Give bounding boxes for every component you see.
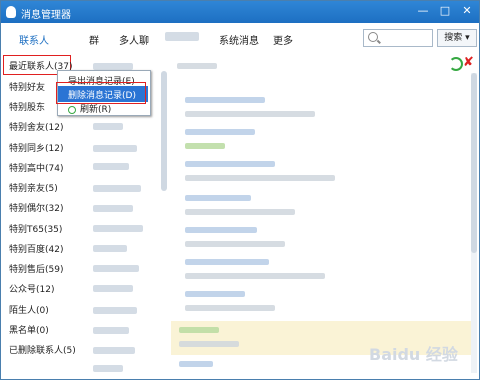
message-line — [185, 129, 255, 135]
highlight-box — [56, 82, 146, 104]
menu-item-label: 刷新(R) — [80, 105, 112, 115]
sidebar-item[interactable]: 特别售后(59) — [9, 262, 63, 275]
message-line — [185, 195, 251, 201]
message-line — [185, 241, 285, 247]
list-item[interactable] — [93, 307, 137, 314]
tab-contacts[interactable]: 联系人 — [19, 32, 49, 47]
sidebar-item[interactable]: 公众号(12) — [9, 282, 54, 295]
message-line — [185, 161, 275, 167]
sidebar-item[interactable]: 特别百度(42) — [9, 242, 63, 255]
refresh-icon — [68, 105, 76, 114]
message-manager-window: 消息管理器 — □ ✕ 联系人 群 多人聊 系统消息 更多 搜索 ▾ 最近联系人… — [0, 0, 480, 380]
sidebar-item[interactable]: 特别偶尔(32) — [9, 201, 63, 214]
list-item[interactable] — [93, 327, 129, 334]
sidebar-item[interactable]: 特别股东 — [9, 100, 45, 113]
list-item[interactable] — [93, 347, 135, 354]
delete-icon[interactable]: ✘ — [463, 55, 474, 70]
sidebar-item[interactable]: 特别亲友(5) — [9, 181, 58, 194]
list-item[interactable] — [93, 205, 133, 212]
tab-blurred[interactable] — [165, 32, 199, 44]
sidebar-item[interactable]: 黑名单(0) — [9, 323, 49, 336]
message-line — [185, 227, 257, 233]
list-item[interactable] — [93, 63, 133, 70]
message-line — [185, 259, 269, 265]
watermark: Baidu 经验 — [369, 345, 458, 364]
message-line — [185, 143, 225, 149]
list-item[interactable] — [93, 185, 141, 192]
sidebar-item[interactable]: 特别舍友(12) — [9, 120, 63, 133]
list-item[interactable] — [93, 285, 133, 292]
message-scrollbar[interactable] — [471, 73, 477, 373]
close-icon[interactable]: ✕ — [457, 3, 477, 19]
message-line — [177, 63, 217, 69]
list-item[interactable] — [93, 265, 139, 272]
message-line — [185, 97, 265, 103]
list-item[interactable] — [93, 365, 123, 372]
list-item[interactable] — [93, 123, 123, 130]
search-button[interactable]: 搜索 ▾ — [437, 29, 477, 47]
message-line — [185, 111, 315, 117]
search-icon — [368, 32, 378, 42]
list-item[interactable] — [93, 225, 143, 232]
sidebar-item[interactable]: 特别T65(35) — [9, 222, 62, 235]
title-bar: 消息管理器 — □ ✕ — [1, 1, 479, 23]
tab-more[interactable]: 更多 — [273, 32, 293, 47]
minimize-icon[interactable]: — — [413, 3, 433, 19]
search-input[interactable] — [363, 29, 433, 47]
sidebar-item[interactable]: 已删除联系人(5) — [9, 343, 76, 356]
tab-bar: 联系人 群 多人聊 系统消息 更多 搜索 ▾ — [1, 23, 479, 54]
message-line — [179, 341, 239, 347]
sidebar-item[interactable]: 特别同乡(12) — [9, 141, 63, 154]
tab-system-messages[interactable]: 系统消息 — [219, 32, 259, 47]
refresh-icon[interactable] — [449, 57, 463, 71]
sidebar-item[interactable]: 特别好友 — [9, 80, 45, 93]
message-line — [179, 327, 219, 333]
tab-multi-chat[interactable]: 多人聊 — [119, 32, 149, 47]
list-item[interactable] — [93, 163, 129, 170]
maximize-icon[interactable]: □ — [435, 3, 455, 19]
contact-list-scrollbar[interactable] — [161, 71, 167, 191]
message-line — [185, 209, 295, 215]
qq-logo-icon — [6, 6, 16, 18]
message-line — [185, 291, 245, 297]
list-item[interactable] — [93, 145, 137, 152]
message-line — [185, 273, 325, 279]
window-title: 消息管理器 — [21, 10, 71, 21]
tab-groups[interactable]: 群 — [89, 32, 99, 47]
sidebar-item[interactable]: 陌生人(0) — [9, 303, 49, 316]
sidebar-item[interactable]: 特别高中(74) — [9, 161, 63, 174]
message-line — [179, 361, 213, 367]
list-item[interactable] — [93, 245, 127, 252]
message-line — [185, 175, 335, 181]
search-button-label: 搜索 — [444, 33, 463, 43]
scrollbar-thumb[interactable] — [471, 73, 477, 253]
message-line — [185, 305, 275, 311]
